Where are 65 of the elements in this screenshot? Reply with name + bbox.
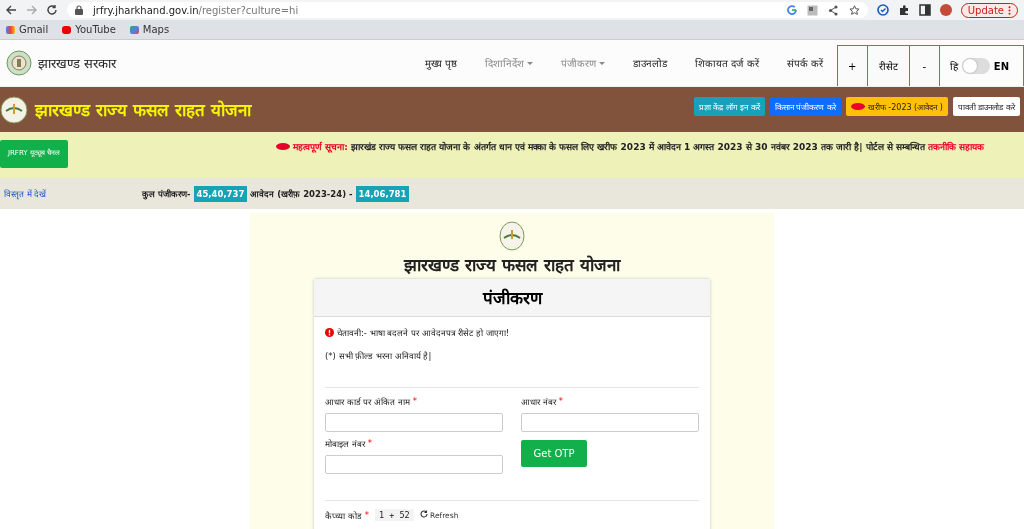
- bookmark[interactable]: Maps: [129, 24, 170, 35]
- scheme-logo-icon: [499, 221, 525, 251]
- scheme-logo-icon: [0, 95, 28, 124]
- field-label: आधार कार्ड पर अंकित नाम: [325, 396, 410, 407]
- stat-value: 14,06,781: [355, 185, 410, 202]
- address-bar[interactable]: jrfry.jharkhand.gov.in/register?culture=hi: [67, 2, 868, 18]
- new-badge-icon: [850, 103, 865, 110]
- warning-icon: [325, 328, 334, 337]
- input-field[interactable]: [325, 413, 503, 432]
- profile-avatar[interactable]: [939, 4, 952, 16]
- refresh-icon: [419, 510, 428, 518]
- banner-button[interactable]: खरीफ -2023 (आवेदन ): [845, 97, 948, 116]
- stat-value: 45,40,737: [193, 185, 248, 202]
- required-mark: *: [412, 396, 418, 407]
- field-label: आधार नंबर: [521, 396, 556, 407]
- google-icon[interactable]: [786, 5, 797, 15]
- language-toggle[interactable]: [961, 58, 990, 74]
- scheme-title: झारखण्ड राज्य फसल राहत योजना: [35, 99, 251, 121]
- details-link[interactable]: विस्तृत में देखें: [4, 188, 139, 199]
- notice-text: झारखंड राज्य फसल राहत योजना के अंतर्गत धान एवं मक्का के फसल लिए खरीफ 2023 में आवेदन 1 अगस्त 2023 से 30 नवंबर 2023 तक जारी है| पोर्टल से सम्बन्धित: [350, 140, 925, 153]
- form-heading: झारखण्ड राज्य फसल राहत योजना: [404, 254, 620, 276]
- field-label: मोबाइल नंबर: [325, 438, 365, 449]
- nav-link[interactable]: डाउनलोड: [633, 56, 668, 70]
- language-label: EN: [993, 60, 1009, 72]
- translate-icon[interactable]: [806, 4, 818, 16]
- new-badge-icon: [276, 143, 290, 150]
- nav-link[interactable]: दिशानिर्देश: [485, 56, 534, 70]
- url-text: jrfry.jharkhand.gov.in/register?culture=hi: [93, 4, 299, 16]
- update-button[interactable]: Update: [960, 2, 1018, 18]
- lock-icon: [75, 5, 83, 15]
- sidebar-icon[interactable]: [918, 4, 931, 16]
- back-icon[interactable]: [6, 5, 17, 15]
- captcha-code: 1 + 52: [374, 509, 414, 521]
- banner-button[interactable]: किसान पंजीकरण करे: [769, 97, 841, 116]
- notice-label: महत्वपूर्ण सूचना:: [293, 140, 348, 153]
- bookmark[interactable]: Gmail: [6, 24, 49, 35]
- more-icon: [1008, 5, 1011, 15]
- star-icon[interactable]: [848, 4, 860, 16]
- nav-link[interactable]: संपर्क करें: [786, 56, 823, 70]
- language-label: हि: [949, 60, 958, 73]
- nav-link[interactable]: शिकायत दर्ज करें: [695, 56, 759, 70]
- captcha-label: कैप्च्या कोड: [325, 509, 362, 521]
- stat-label: कुल पंजीकरण-: [142, 188, 191, 199]
- caret-icon: [599, 61, 606, 65]
- nav-link[interactable]: पंजीकरण: [561, 56, 606, 70]
- extension-icon[interactable]: [876, 4, 889, 16]
- card-title: पंजीकरण: [482, 287, 542, 309]
- support-link[interactable]: तकनीकि सहायक: [927, 140, 984, 153]
- site-name: झारखण्ड सरकार: [38, 55, 117, 72]
- share-icon[interactable]: [827, 4, 839, 16]
- puzzle-icon[interactable]: [897, 4, 910, 16]
- input-field[interactable]: [325, 455, 503, 474]
- required-mark: *: [364, 510, 369, 520]
- stat-label: आवेदन (खरीफ़ 2023-24) -: [250, 188, 353, 199]
- required-note: (*) सभी फ़ील्ड भरना अनिवार्य है|: [325, 350, 433, 361]
- input-field[interactable]: [521, 413, 699, 432]
- warning-text: चेतावनी:- भाषा बदलने पर आवेदनपत्र रीसेट हो जाएगा!: [337, 327, 510, 338]
- emblem-icon: [6, 50, 32, 76]
- caret-icon: [527, 61, 534, 65]
- banner-button[interactable]: पावती डाउनलोड करे: [952, 97, 1020, 116]
- required-mark: *: [367, 438, 372, 449]
- required-mark: *: [558, 396, 563, 407]
- reload-icon[interactable]: [46, 4, 58, 16]
- nav-link[interactable]: मुख्य पृष्ठ: [425, 56, 458, 70]
- bookmark[interactable]: YouTube: [62, 24, 116, 35]
